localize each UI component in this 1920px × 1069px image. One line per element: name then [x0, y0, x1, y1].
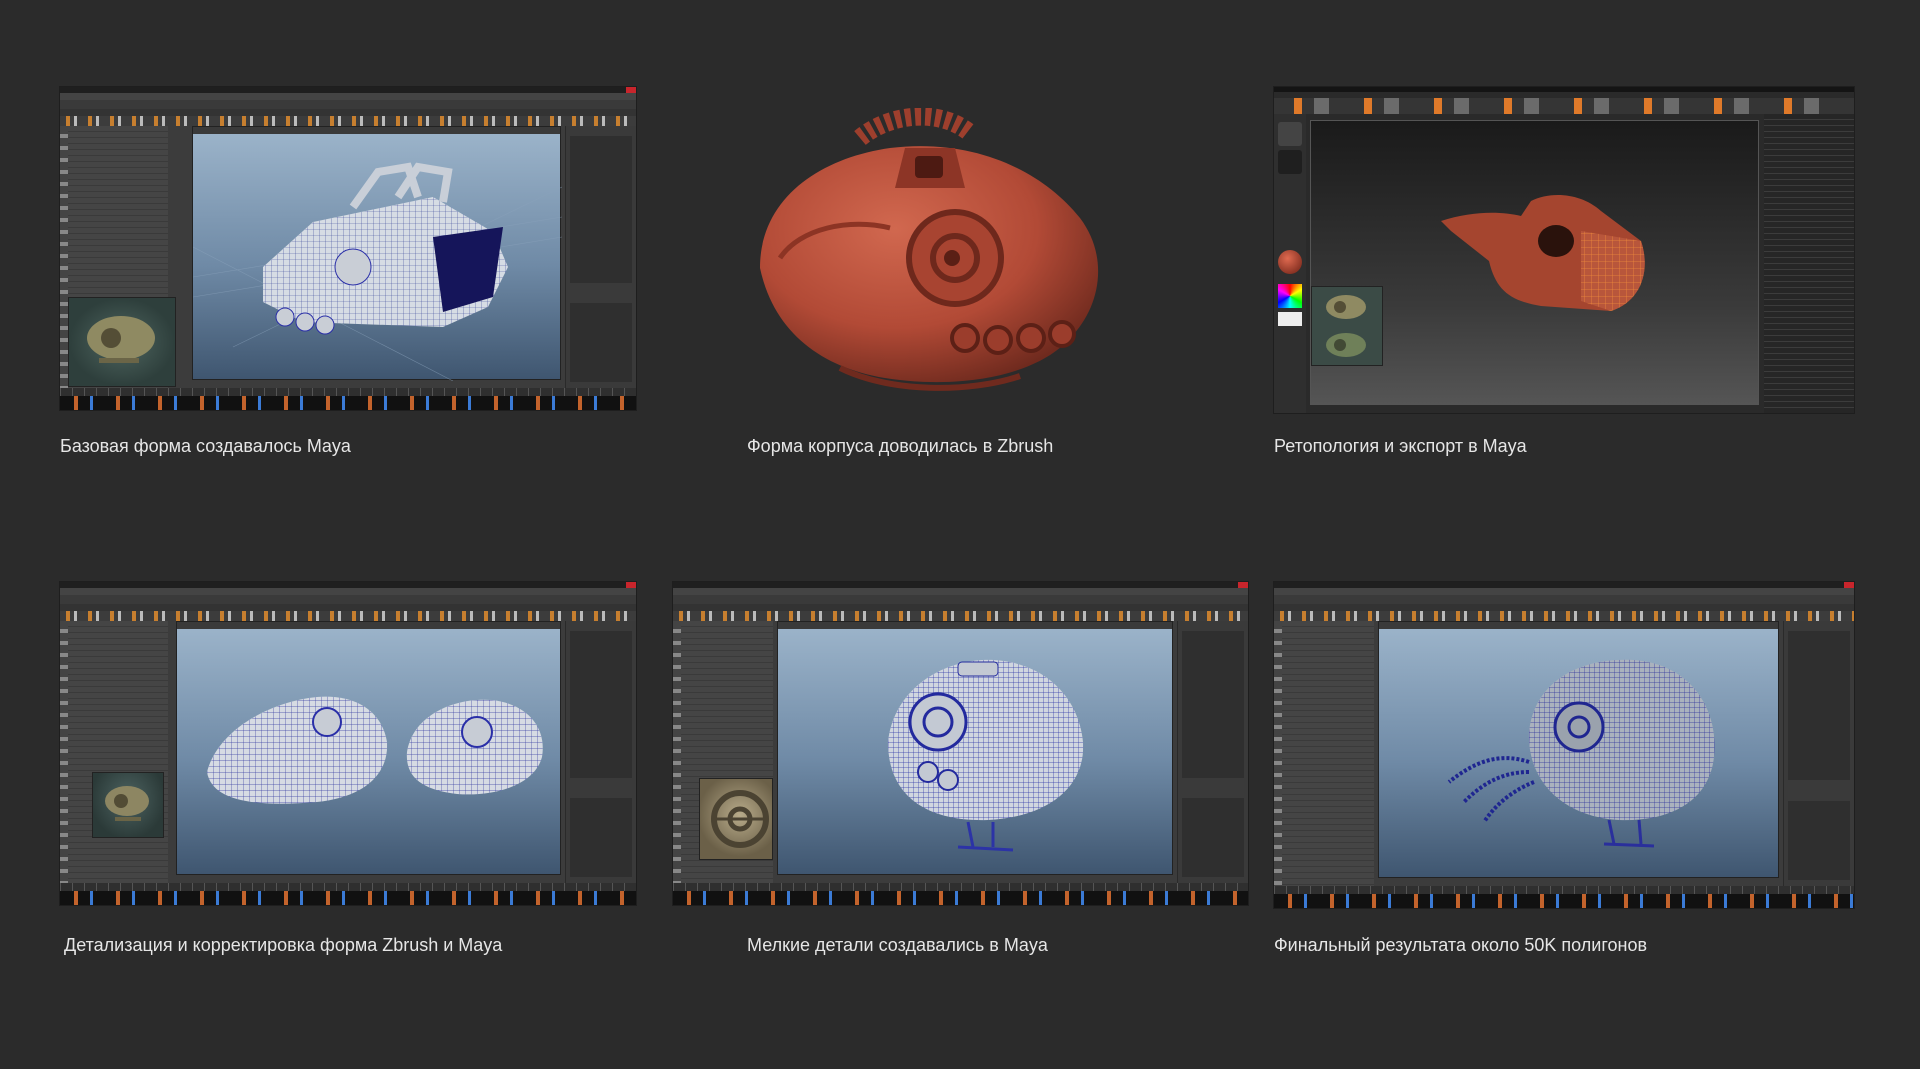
time-slider	[60, 388, 636, 396]
detail-mesh-wireframe	[207, 696, 543, 804]
swatch-icon	[1278, 312, 1302, 326]
shelf-icons	[673, 611, 1248, 621]
reference-thumbnail	[1311, 286, 1383, 366]
reference-thumbnail	[92, 772, 164, 838]
tool-palette	[1764, 114, 1854, 413]
maya-screenshot-base	[60, 87, 636, 410]
final-mesh-wireframe	[1447, 659, 1715, 848]
os-taskbar	[60, 891, 636, 905]
menu-bar	[1274, 588, 1854, 595]
stroke-icon	[1278, 150, 1302, 174]
tool-settings-panel	[68, 621, 168, 883]
shelf-tabs	[60, 604, 636, 611]
document-canvas	[1310, 120, 1759, 405]
maya-screenshot-small-details	[673, 582, 1248, 905]
maya-screenshot-detail	[60, 582, 636, 905]
toolbox	[673, 621, 681, 883]
toolbox	[1274, 621, 1282, 886]
small-details-wireframe	[888, 659, 1084, 852]
time-slider	[60, 883, 636, 891]
brush-icon	[1278, 122, 1302, 146]
tool-settings-panel	[1282, 621, 1374, 886]
shelf-tabs	[673, 604, 1248, 611]
shelf-icons	[60, 611, 636, 621]
shelf-tabs	[1274, 604, 1854, 611]
viewport	[777, 621, 1173, 875]
caption: Форма корпуса доводилась в Zbrush	[747, 436, 1054, 456]
time-slider	[1274, 886, 1854, 894]
menu-bar	[60, 93, 636, 100]
toolbox	[60, 126, 68, 388]
toolbox	[60, 621, 68, 883]
channel-box	[1783, 621, 1854, 886]
material-icon	[1278, 250, 1302, 274]
channel-box	[1177, 621, 1248, 883]
left-tray	[1274, 114, 1306, 413]
caption: Финальный результата около 50K полигонов	[1274, 935, 1648, 955]
viewport	[192, 126, 562, 381]
os-taskbar	[1274, 894, 1854, 908]
maya-screenshot-final	[1274, 582, 1854, 908]
menu-bar	[60, 588, 636, 595]
caption: Ретопология и экспорт в Maya	[1274, 436, 1527, 456]
top-shelf	[1274, 98, 1854, 114]
shelf-icons	[1274, 611, 1854, 621]
reference-thumbnail	[699, 778, 773, 860]
caption: Мелкие детали создавались в Maya	[747, 935, 1048, 955]
reference-thumbnail	[68, 297, 176, 387]
os-taskbar	[673, 891, 1248, 905]
base-mesh-wireframe	[193, 162, 562, 381]
shelf-tabs	[60, 109, 636, 116]
os-taskbar	[60, 396, 636, 410]
sculpt-render	[760, 108, 1099, 391]
color-picker-icon	[1278, 284, 1302, 308]
caption: Базовая форма создавалось Maya	[60, 436, 351, 456]
viewport	[1378, 621, 1779, 878]
channel-box	[565, 621, 636, 883]
shelf-icons	[60, 116, 636, 126]
time-slider	[673, 883, 1248, 891]
menu-bar	[673, 588, 1248, 595]
viewport	[176, 621, 561, 875]
zbrush-screenshot-retopo	[1274, 87, 1854, 413]
caption: Детализация и корректировка форма Zbrush…	[64, 935, 503, 955]
channel-box	[565, 126, 636, 388]
